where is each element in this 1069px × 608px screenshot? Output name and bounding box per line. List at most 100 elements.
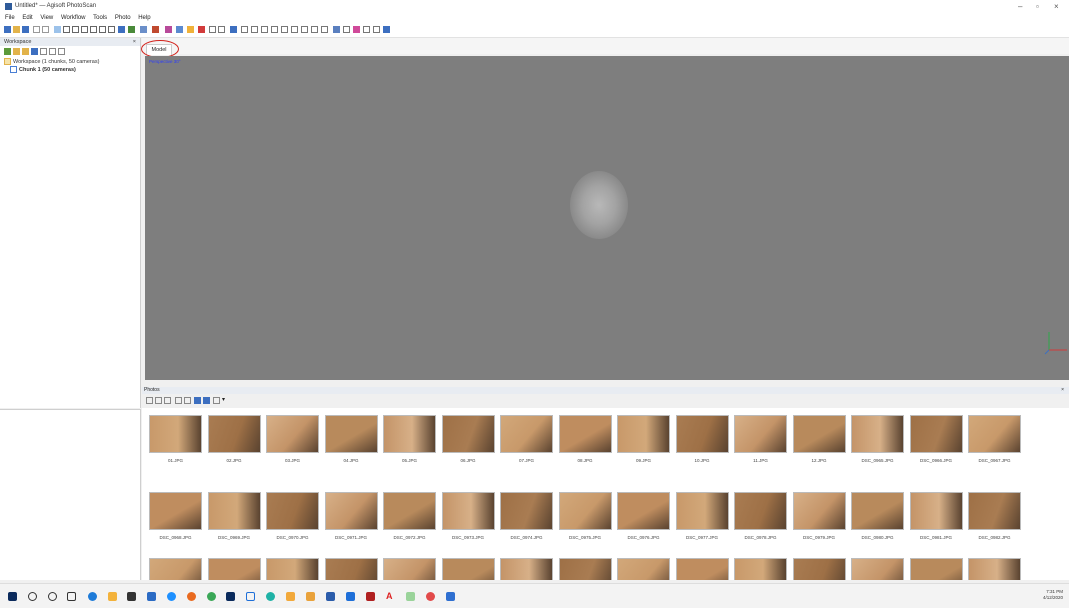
add-folder-icon[interactable] <box>22 48 29 55</box>
photo-thumbnail[interactable]: 09.JPG <box>617 415 670 463</box>
show-cameras-icon[interactable] <box>333 26 340 33</box>
photo-thumbnail[interactable] <box>383 558 436 580</box>
photo-thumbnail[interactable]: DSC_0968.JPG <box>149 492 202 540</box>
chrome-icon[interactable] <box>207 592 216 601</box>
photo-thumbnail[interactable]: DSC_0967.JPG <box>968 415 1021 463</box>
menu-view[interactable]: View <box>40 14 53 23</box>
dropdown-icon[interactable]: ▾ <box>222 397 229 404</box>
photo-thumbnail[interactable]: 05.JPG <box>383 415 436 463</box>
photoshop-icon[interactable] <box>226 592 235 601</box>
menu-file[interactable]: File <box>5 14 15 23</box>
show-markers-icon[interactable] <box>353 26 360 33</box>
rotate-left-icon[interactable] <box>175 397 182 404</box>
delete-selection-icon[interactable] <box>140 26 147 33</box>
photo-thumbnail[interactable]: DSC_0973.JPG <box>441 492 495 540</box>
menu-help[interactable]: Help <box>138 14 150 23</box>
open-project-icon[interactable] <box>13 26 20 33</box>
photo-thumbnail[interactable]: DSC_0974.JPG <box>500 492 553 540</box>
zoom-in-icon[interactable] <box>40 48 47 55</box>
ruler-icon[interactable] <box>128 26 135 33</box>
show-region-icon[interactable] <box>363 26 370 33</box>
task-view-icon[interactable] <box>67 592 76 601</box>
photo-thumbnail[interactable]: DSC_0975.JPG <box>558 492 612 540</box>
textured-model-icon[interactable] <box>291 26 298 33</box>
enable-cameras-icon[interactable] <box>194 397 201 404</box>
navigation-icon[interactable] <box>54 26 61 33</box>
orthomosaic-icon[interactable] <box>321 26 328 33</box>
menu-photo[interactable]: Photo <box>115 14 131 23</box>
photo-thumbnail[interactable]: DSC_0981.JPG <box>909 492 963 540</box>
chat-icon[interactable] <box>266 592 275 601</box>
photo-thumbnail[interactable] <box>792 558 846 580</box>
zoom-in-icon[interactable] <box>209 26 216 33</box>
dem-icon[interactable] <box>311 26 318 33</box>
photo-thumbnail[interactable] <box>909 558 963 580</box>
maximize-button[interactable]: ▫ <box>1036 2 1039 11</box>
cortana-icon[interactable] <box>48 592 57 601</box>
photo-thumbnail[interactable]: DSC_0976.JPG <box>617 492 670 540</box>
zoom-out-icon[interactable] <box>49 48 56 55</box>
green-app-icon[interactable] <box>406 592 415 601</box>
acrobat-icon[interactable] <box>366 592 375 601</box>
snipping-tool-icon[interactable] <box>246 592 255 601</box>
remove-items-icon[interactable] <box>31 48 38 55</box>
zoom-in-icon[interactable] <box>146 397 153 404</box>
photo-thumbnail[interactable]: 10.JPG <box>675 415 729 463</box>
solid-model-icon[interactable] <box>271 26 278 33</box>
photo-thumbnail[interactable]: DSC_0965.JPG <box>851 415 904 463</box>
folder-icon[interactable] <box>286 592 295 601</box>
draw-point-icon[interactable] <box>165 26 172 33</box>
new-project-icon[interactable] <box>4 26 11 33</box>
agisoft-icon[interactable] <box>446 592 455 601</box>
crop-selection-icon[interactable] <box>152 26 159 33</box>
photo-thumbnail[interactable]: 01.JPG <box>149 415 202 463</box>
photo-thumbnail[interactable]: 03.JPG <box>266 415 319 463</box>
free-form-selection-icon[interactable] <box>81 26 88 33</box>
tree-item-workspace[interactable]: Workspace (1 chunks, 50 cameras) <box>4 58 99 66</box>
app-blue-icon[interactable] <box>167 592 176 601</box>
photo-thumbnail[interactable]: DSC_0971.JPG <box>324 492 378 540</box>
redo-icon[interactable] <box>42 26 49 33</box>
edge-icon[interactable] <box>88 592 97 601</box>
photo-thumbnail[interactable] <box>617 558 670 580</box>
photo-thumbnail[interactable] <box>149 558 202 580</box>
file-explorer-icon[interactable] <box>108 592 117 601</box>
photo-thumbnail[interactable]: 02.JPG <box>207 415 261 463</box>
close-button[interactable]: × <box>1054 2 1059 11</box>
photo-thumbnail[interactable]: DSC_0978.JPG <box>734 492 787 540</box>
zoom-out-icon[interactable] <box>155 397 162 404</box>
view-mode-icon[interactable] <box>213 397 220 404</box>
draw-polyline-icon[interactable] <box>176 26 183 33</box>
minimize-button[interactable]: – <box>1018 2 1022 11</box>
save-project-icon[interactable] <box>22 26 29 33</box>
store-icon[interactable] <box>127 592 136 601</box>
photo-thumbnail[interactable]: DSC_0970.JPG <box>266 492 319 540</box>
photo-thumbnail[interactable]: DSC_0969.JPG <box>207 492 261 540</box>
search-icon[interactable] <box>28 592 37 601</box>
collapse-icon[interactable] <box>58 48 65 55</box>
start-icon[interactable] <box>8 592 17 601</box>
tree-item-chunk[interactable]: Chunk 1 (50 cameras) <box>4 66 99 74</box>
move-region-icon[interactable] <box>90 26 97 33</box>
menu-edit[interactable]: Edit <box>22 14 32 23</box>
photo-thumbnail[interactable] <box>675 558 729 580</box>
photo-thumbnail[interactable]: 07.JPG <box>500 415 553 463</box>
red-app-icon[interactable] <box>426 592 435 601</box>
triangle-app-icon[interactable] <box>306 592 315 601</box>
disable-cameras-icon[interactable] <box>203 397 210 404</box>
draw-polygon-icon[interactable] <box>187 26 194 33</box>
photo-thumbnail[interactable]: DSC_0966.JPG <box>909 415 963 463</box>
reset-view-icon[interactable] <box>230 26 237 33</box>
rotate-region-icon[interactable] <box>108 26 115 33</box>
photo-thumbnail[interactable]: 11.JPG <box>734 415 787 463</box>
adobe-icon[interactable]: A <box>386 592 395 601</box>
photo-thumbnail[interactable] <box>968 558 1021 580</box>
photo-thumbnail[interactable]: 04.JPG <box>324 415 378 463</box>
photo-thumbnail[interactable]: DSC_0977.JPG <box>675 492 729 540</box>
close-icon[interactable] <box>198 26 205 33</box>
tiled-model-icon[interactable] <box>301 26 308 33</box>
network-app-icon[interactable] <box>326 592 335 601</box>
menu-tools[interactable]: Tools <box>93 14 107 23</box>
rotate-object-icon[interactable] <box>118 26 125 33</box>
dense-cloud-icon[interactable] <box>251 26 258 33</box>
